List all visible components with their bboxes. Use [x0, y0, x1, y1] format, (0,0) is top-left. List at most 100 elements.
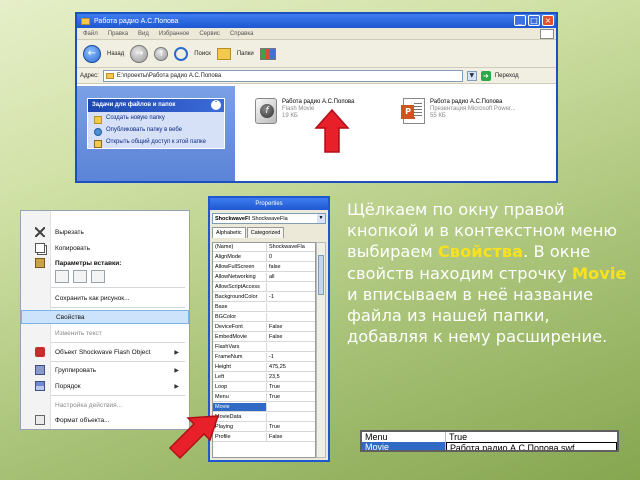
- chevron-down-icon[interactable]: ▼: [317, 214, 325, 223]
- up-folder-icon[interactable]: ↑: [154, 46, 169, 61]
- object-selector[interactable]: ShockwaveFl ShockwaveFla ▼: [212, 213, 326, 224]
- forward-arrow-icon[interactable]: →: [130, 44, 149, 63]
- property-value[interactable]: 0: [267, 253, 315, 261]
- property-value[interactable]: [267, 313, 315, 321]
- menu-file[interactable]: Файл: [83, 31, 98, 37]
- property-row[interactable]: Loop True: [213, 383, 315, 392]
- movie-value-input[interactable]: Работа радио А.С.Попова.swf: [446, 442, 617, 450]
- property-value[interactable]: True: [267, 393, 315, 401]
- folders-icon[interactable]: [216, 47, 231, 60]
- task-pane: Задачи для файлов и папок ˆ Создать нову…: [77, 86, 235, 181]
- menu-item-format-object[interactable]: Формат объекта...: [21, 413, 189, 427]
- property-row[interactable]: Profile False: [213, 433, 315, 442]
- menu-item-label: Порядок: [55, 382, 81, 390]
- scissors-icon: [35, 227, 45, 237]
- property-value[interactable]: [267, 403, 315, 411]
- address-label: Адрес:: [80, 72, 99, 79]
- paste-text-icon[interactable]: [91, 270, 105, 283]
- property-row[interactable]: EmbedMovie False: [213, 333, 315, 342]
- menu-separator: [51, 287, 185, 288]
- property-row[interactable]: AllowFullScreen false: [213, 263, 315, 272]
- property-value[interactable]: all: [267, 273, 315, 281]
- file-presentation[interactable]: P Работа радио А.С.Попова Презентация Mi…: [401, 98, 516, 124]
- back-label[interactable]: Назад: [107, 51, 124, 57]
- object-name: ShockwaveFl: [215, 215, 250, 222]
- property-row[interactable]: Movie: [213, 403, 315, 412]
- menu-view[interactable]: Вид: [138, 31, 149, 37]
- property-row[interactable]: AlignMode 0: [213, 253, 315, 262]
- menu-item-label: Группировать: [55, 366, 97, 374]
- folders-button[interactable]: Папки: [237, 51, 254, 57]
- go-arrow-icon[interactable]: ➜: [480, 70, 491, 81]
- highlight-movie: Movie: [571, 263, 627, 283]
- task-pane-header[interactable]: Задачи для файлов и папок ˆ: [88, 99, 224, 112]
- property-row[interactable]: Left 23,5: [213, 373, 315, 382]
- property-row[interactable]: (Name) ShockwaveFla: [213, 243, 315, 252]
- property-value[interactable]: -1: [267, 293, 315, 301]
- property-value[interactable]: False: [267, 433, 315, 441]
- tab-alphabetic[interactable]: Alphabetic: [212, 227, 246, 238]
- task-share-folder[interactable]: Открыть общий доступ к этой папке: [88, 136, 224, 148]
- back-arrow-icon[interactable]: ←: [83, 44, 101, 63]
- menu-help[interactable]: Справка: [230, 31, 254, 37]
- task-label: Открыть общий доступ к этой папке: [106, 139, 207, 145]
- menu-edit[interactable]: Правка: [108, 31, 128, 37]
- property-row[interactable]: DeviceFont False: [213, 323, 315, 332]
- menu-item-group[interactable]: Группировать ▶: [21, 363, 189, 377]
- menu-favorites[interactable]: Избранное: [159, 31, 189, 37]
- chevron-down-icon[interactable]: ▼: [466, 70, 477, 81]
- property-row[interactable]: Base: [213, 303, 315, 312]
- property-row[interactable]: Menu True: [213, 393, 315, 402]
- paste-picture-icon[interactable]: [73, 270, 87, 283]
- property-row[interactable]: AllowScriptAccess: [213, 283, 315, 292]
- property-name: AllowScriptAccess: [213, 283, 267, 291]
- views-icon[interactable]: [259, 47, 276, 60]
- property-value[interactable]: True: [267, 423, 315, 431]
- property-value[interactable]: -1: [267, 353, 315, 361]
- tab-categorized[interactable]: Categorized: [246, 227, 285, 238]
- property-value[interactable]: False: [267, 333, 315, 341]
- property-value[interactable]: false: [267, 263, 315, 271]
- maximize-button[interactable]: □: [528, 15, 540, 26]
- task-publish-web[interactable]: Опубликовать папку в вебе: [88, 124, 224, 136]
- share-icon: [94, 140, 102, 148]
- property-row[interactable]: Playing True: [213, 423, 315, 432]
- go-button[interactable]: Переход: [495, 73, 519, 79]
- property-row[interactable]: BackgroundColor -1: [213, 293, 315, 302]
- property-row[interactable]: AllowNetworking all: [213, 273, 315, 282]
- property-row[interactable]: BGColor: [213, 313, 315, 322]
- task-new-folder[interactable]: Создать новую папку: [88, 112, 224, 124]
- property-value[interactable]: True: [267, 383, 315, 391]
- property-value[interactable]: 475,25: [267, 363, 315, 371]
- menu-item-action-settings[interactable]: Настройка действия...: [21, 398, 189, 412]
- property-value[interactable]: [267, 303, 315, 311]
- property-row[interactable]: FlashVars: [213, 343, 315, 352]
- search-button[interactable]: Поиск: [194, 51, 211, 57]
- property-row[interactable]: Height 475,25: [213, 363, 315, 372]
- property-value[interactable]: [267, 343, 315, 351]
- minimize-button[interactable]: _: [514, 15, 526, 26]
- menu-item-shockwave-object[interactable]: Объект Shockwave Flash Object ▶: [21, 345, 189, 359]
- property-value[interactable]: [267, 413, 315, 421]
- paste-keep-format-icon[interactable]: [55, 270, 69, 283]
- close-button[interactable]: ×: [542, 15, 554, 26]
- property-row[interactable]: MovieData: [213, 413, 315, 422]
- search-icon[interactable]: [174, 46, 189, 61]
- menu-item-cut[interactable]: Вырезать: [21, 225, 189, 239]
- menu-item-edit-text[interactable]: Изменить текст: [21, 326, 189, 340]
- property-value[interactable]: 23,5: [267, 373, 315, 381]
- zoom-row-movie[interactable]: Movie Работа радио А.С.Попова.swf: [362, 442, 617, 450]
- menu-item-save-as-picture[interactable]: Сохранить как рисунок...: [21, 291, 189, 305]
- menu-item-order[interactable]: Порядок ▶: [21, 379, 189, 393]
- scrollbar-thumb[interactable]: [318, 255, 324, 295]
- property-scrollbar[interactable]: [316, 242, 326, 458]
- menu-item-properties[interactable]: Свойства: [21, 310, 189, 324]
- property-value[interactable]: False: [267, 323, 315, 331]
- menu-item-copy[interactable]: Копировать: [21, 241, 189, 255]
- property-value[interactable]: [267, 283, 315, 291]
- menu-tools[interactable]: Сервис: [199, 31, 220, 37]
- property-value[interactable]: ShockwaveFla: [267, 243, 315, 251]
- collapse-chevron-icon[interactable]: ˆ: [211, 100, 221, 110]
- property-row[interactable]: FrameNum -1: [213, 353, 315, 362]
- address-input[interactable]: E:\проекты\Работа радио А.С.Попова: [102, 69, 463, 82]
